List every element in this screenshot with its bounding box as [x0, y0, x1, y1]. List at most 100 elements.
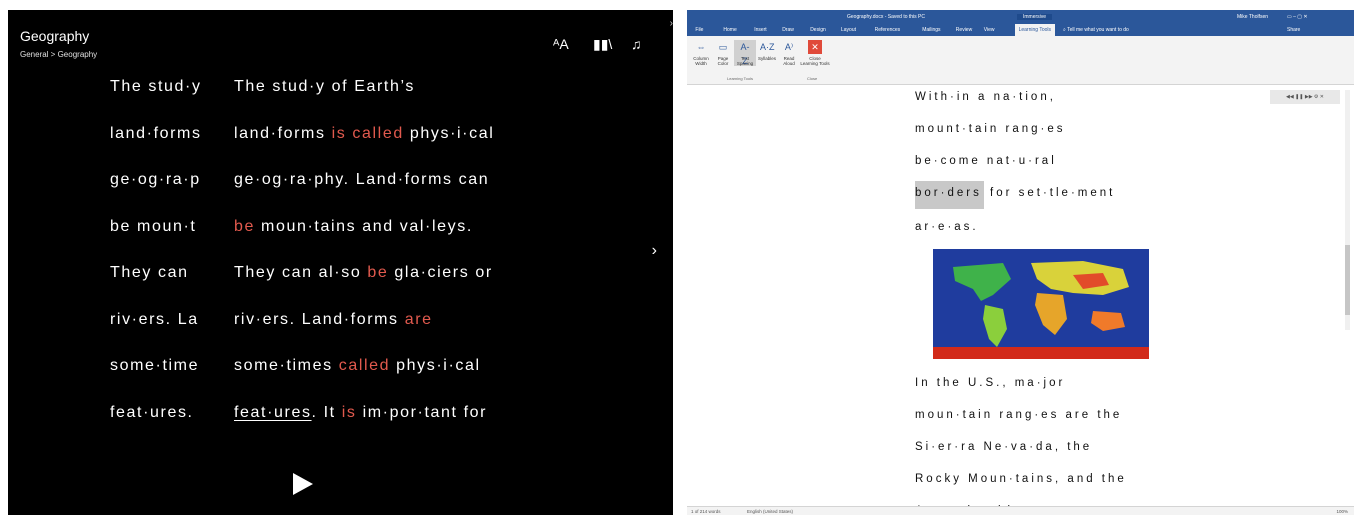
breadcrumb: General > Geography — [20, 50, 98, 59]
reader-line-overlap: feat·ures. — [110, 403, 194, 421]
reader-text-segment[interactable]: im·por·tant for — [357, 404, 488, 421]
title-bar: Geography.docx - Saved to this PC Immers… — [687, 10, 1354, 24]
document-line[interactable]: be·come nat·u·ral — [915, 155, 1057, 167]
reader-line-overlap: ge·og·ra·p — [110, 171, 201, 188]
read-aloud-controls[interactable]: ◀◀ ❚❚ ▶▶ ⚙ ✕ — [1270, 90, 1340, 104]
immersive-label: Immersive — [1017, 14, 1053, 20]
page-title: Geography — [20, 28, 90, 44]
document-line-text: In the U.S., ma·jor — [915, 377, 1066, 389]
document-line-text: mount·tain rang·es — [915, 123, 1066, 135]
tab-layout[interactable]: Layout — [841, 27, 856, 33]
text-spacing-button[interactable]: A-Z Text Spacing — [734, 40, 756, 66]
next-page-chevron-icon[interactable]: › — [652, 242, 657, 260]
syllables-button[interactable]: A·Z Syllables — [756, 40, 778, 61]
reading-preferences-icon[interactable]: ♫ — [631, 36, 642, 52]
document-line[interactable]: bor·ders for set·tle·ment — [915, 181, 1116, 209]
read-aloud-button[interactable]: A⁾ Read Aloud — [778, 40, 800, 66]
document-line[interactable]: With·in a na·tion, — [915, 91, 1056, 103]
reader-line: ge·og·ra·p ge·og·ra·phy. Land·forms can — [110, 169, 630, 216]
world-map-image — [933, 249, 1149, 359]
reader-line-overlap: land·forms — [110, 124, 202, 142]
reader-text-segment[interactable]: ge·og·ra·phy. Land·forms can — [234, 171, 489, 188]
group-label-close: Close — [807, 76, 818, 81]
tab-design[interactable]: Design — [810, 27, 826, 33]
word-window: Geography.docx - Saved to this PC Immers… — [687, 10, 1354, 515]
grammar-options-icon[interactable]: ▮▮\ — [593, 36, 612, 53]
highlighted-word[interactable]: is called — [332, 125, 404, 142]
reader-text-segment[interactable]: . It — [312, 404, 342, 421]
ribbon-tabs: File Home Insert Draw Design Layout References… — [687, 24, 1354, 36]
play-icon[interactable] — [293, 473, 313, 495]
language-status: English (United States) — [747, 509, 794, 514]
highlighted-word[interactable]: called — [339, 357, 390, 374]
reader-line: some·time some·times called phys·i·cal — [110, 355, 630, 402]
document-line[interactable]: moun·tain rang·es are the — [915, 409, 1122, 421]
reader-text: The stud·y The stud·y of Earth’s land·form… — [110, 76, 630, 448]
tab-draw[interactable]: Draw — [782, 27, 794, 33]
document-line-text: ar·e·as. — [915, 221, 979, 233]
tab-references[interactable]: References — [875, 27, 901, 33]
reader-line: They can They can al·so be gla·ciers or — [110, 262, 630, 309]
reader-text-segment[interactable]: phys·i·cal — [390, 357, 481, 374]
reader-text-segment[interactable]: gla·ciers or — [388, 264, 492, 281]
reader-text-segment[interactable]: The stud·y of Earth’s — [234, 78, 415, 95]
document-line[interactable]: Rocky Moun·tains, and the — [915, 473, 1127, 485]
underlined-word[interactable]: feat·ures — [234, 404, 312, 421]
immersive-reader-pane: Geography General > Geography ᴬA ▮▮\ ♫ ›… — [8, 10, 673, 515]
highlighted-word[interactable]: are — [405, 311, 433, 328]
chevron-right-icon[interactable]: › — [670, 18, 673, 29]
tab-review[interactable]: Review — [956, 27, 972, 33]
highlighted-word[interactable]: be — [234, 218, 255, 235]
group-label-learning-tools: Learning Tools — [727, 76, 753, 81]
tab-learning-tools[interactable]: Learning Tools — [1014, 24, 1056, 36]
reader-text-segment[interactable]: land·forms — [234, 125, 332, 142]
reader-line: land·forms land·forms is called phys·i·ca… — [110, 123, 630, 170]
reader-text-segment[interactable]: riv·ers. Land·forms — [234, 311, 405, 328]
reader-line-overlap: The stud·y — [110, 78, 202, 95]
zoom-level[interactable]: 100% — [1336, 509, 1348, 514]
reader-line-overlap: be moun·t — [110, 217, 197, 235]
scrollbar-thumb[interactable] — [1345, 245, 1350, 315]
read-aloud-highlight: bor·ders — [915, 181, 984, 209]
reader-line: The stud·y The stud·y of Earth’s — [110, 76, 630, 123]
reader-text-segment[interactable]: phys·i·cal — [404, 125, 495, 142]
tab-view[interactable]: View — [984, 27, 995, 33]
ribbon: ⇔ Column Width ▭ Page Color A-Z Text Spacin… — [687, 36, 1354, 85]
reader-line-overlap: riv·ers. La — [110, 310, 199, 328]
highlighted-word[interactable]: is — [342, 404, 357, 421]
document-line[interactable]: Si·er·ra Ne·va·da, the — [915, 441, 1092, 453]
share-button[interactable]: Share — [1287, 27, 1300, 33]
word-count: 1 of 214 words — [691, 509, 721, 514]
reader-text-segment[interactable]: moun·tains and val·leys. — [255, 218, 473, 235]
tab-file[interactable]: File — [695, 27, 703, 33]
reader-line: riv·ers. La riv·ers. Land·forms are — [110, 309, 630, 356]
reader-line-overlap: some·time — [110, 357, 200, 374]
reader-text-segment[interactable]: some·times — [234, 357, 339, 374]
document-line-text: moun·tain rang·es are the — [915, 409, 1123, 421]
window-controls[interactable]: ▭ – ▢ ✕ — [1287, 14, 1308, 20]
text-preferences-icon[interactable]: ᴬA — [553, 36, 569, 52]
document-line[interactable]: ar·e·as. — [915, 221, 979, 233]
status-bar: 1 of 214 words English (United States) 1… — [687, 506, 1354, 515]
reader-line: feat·ures. feat·ures. It is im·por·tant f… — [110, 402, 630, 449]
tell-me-search[interactable]: ⌕ Tell me what you want to do — [1063, 27, 1129, 33]
document-line[interactable]: In the U.S., ma·jor — [915, 377, 1065, 389]
highlighted-word[interactable]: be — [367, 264, 388, 281]
tab-home[interactable]: Home — [723, 27, 736, 33]
document-canvas[interactable]: With·in a na·tion, mount·tain rang·es be·c… — [687, 85, 1354, 515]
close-learning-tools-button[interactable]: ✕ Close Learning Tools — [800, 40, 830, 66]
document-line[interactable]: mount·tain rang·es — [915, 123, 1066, 135]
document-line-text: With·in a na·tion, — [915, 91, 1056, 103]
column-width-button[interactable]: ⇔ Column Width — [690, 40, 712, 66]
document-title: Geography.docx - Saved to this PC — [847, 14, 926, 20]
document-line-text: Si·er·ra Ne·va·da, the — [915, 441, 1093, 453]
tab-insert[interactable]: Insert — [754, 27, 767, 33]
page-color-button[interactable]: ▭ Page Color — [712, 40, 734, 66]
document-line-text: be·come nat·u·ral — [915, 155, 1057, 167]
tab-mailings[interactable]: Mailings — [922, 27, 940, 33]
reader-line: be moun·t be moun·tains and val·leys. — [110, 216, 630, 263]
reader-line-overlap: They can — [110, 264, 189, 281]
reader-text-segment[interactable]: They can al·so — [234, 264, 367, 281]
document-line-text: for set·tle·ment — [983, 187, 1116, 199]
document-line-text: Rocky Moun·tains, and the — [915, 473, 1127, 485]
